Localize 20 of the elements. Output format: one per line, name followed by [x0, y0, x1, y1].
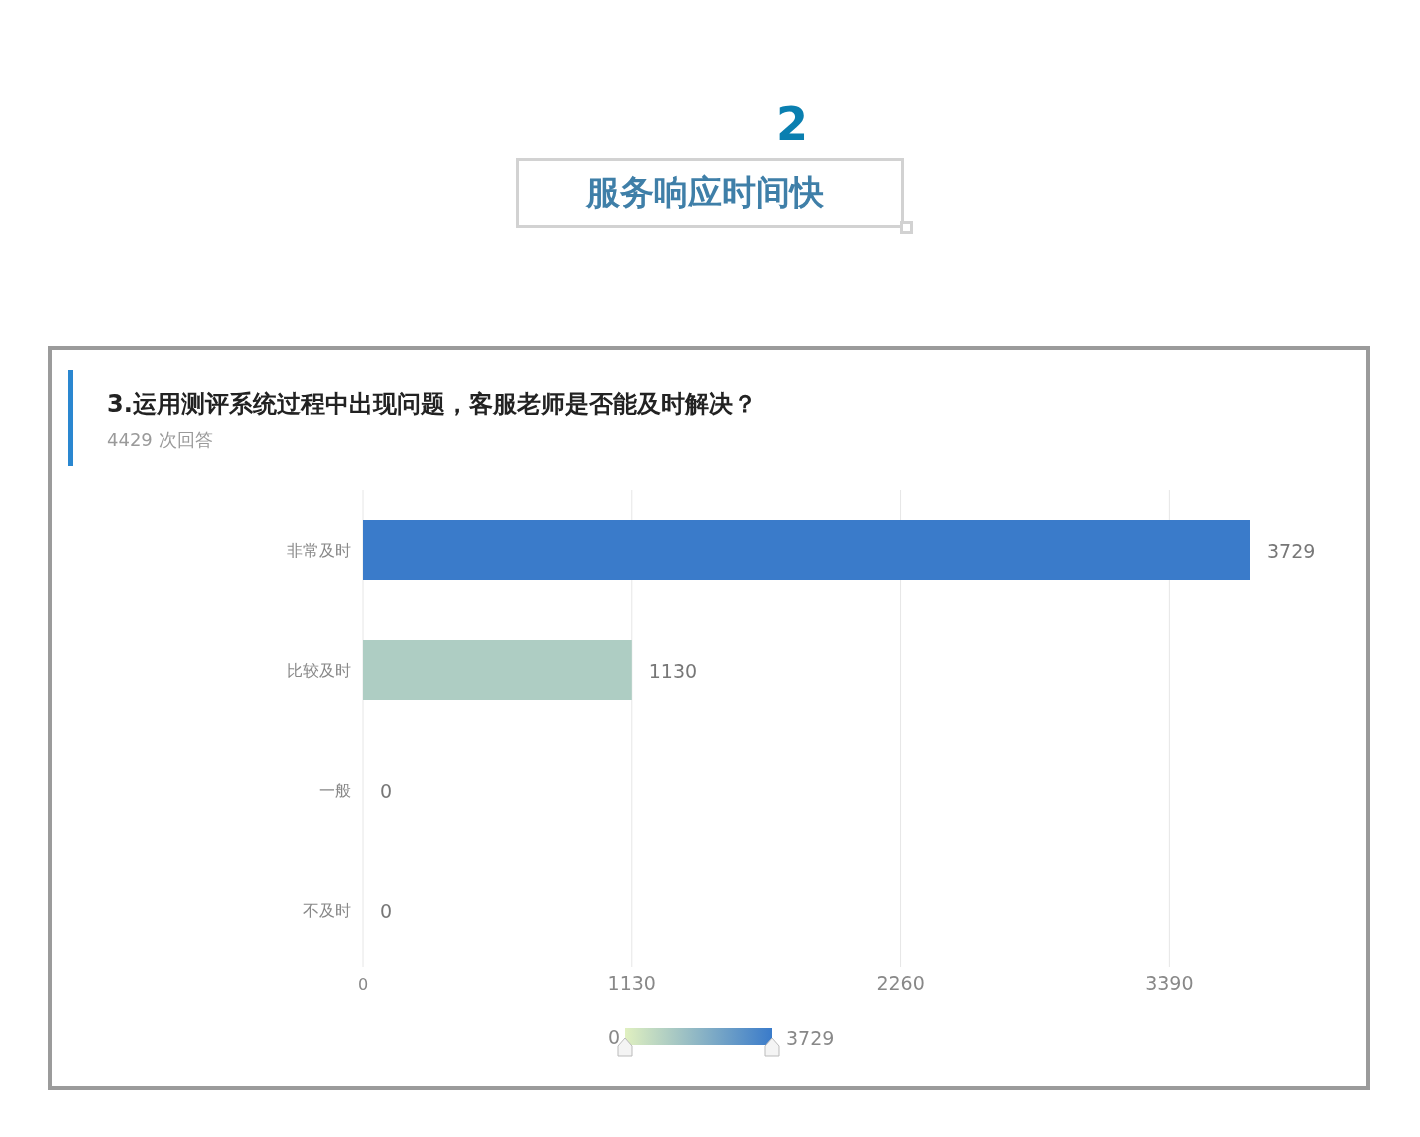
value-label: 1130: [648, 660, 698, 682]
handle-icon[interactable]: [764, 1037, 780, 1057]
value-label: 0: [380, 900, 393, 922]
category-label: 一般: [319, 781, 351, 800]
category-label: 比较及时: [287, 661, 351, 680]
handle-icon[interactable]: [617, 1037, 633, 1057]
axis-tick-label: 0: [357, 975, 369, 994]
axis-tick-label: 2260: [876, 972, 925, 994]
response-count: 4429 次回答: [107, 428, 214, 452]
category-label: 非常及时: [287, 541, 351, 560]
category-label: 不及时: [303, 901, 351, 920]
value-label: 0: [380, 780, 393, 802]
legend-min-label: 0: [607, 1026, 620, 1048]
axis-tick-label: 3390: [1145, 972, 1194, 994]
legend-max-label: 3729: [786, 1027, 835, 1049]
section-number: 2: [776, 96, 808, 152]
axis-tick-label: 1130: [607, 972, 656, 994]
section-title: 服务响应时间快: [586, 171, 824, 214]
value-label: 3729: [1267, 540, 1316, 562]
question-title: 3.运用测评系统过程中出现问题，客服老师是否能及时解决？: [107, 389, 757, 420]
